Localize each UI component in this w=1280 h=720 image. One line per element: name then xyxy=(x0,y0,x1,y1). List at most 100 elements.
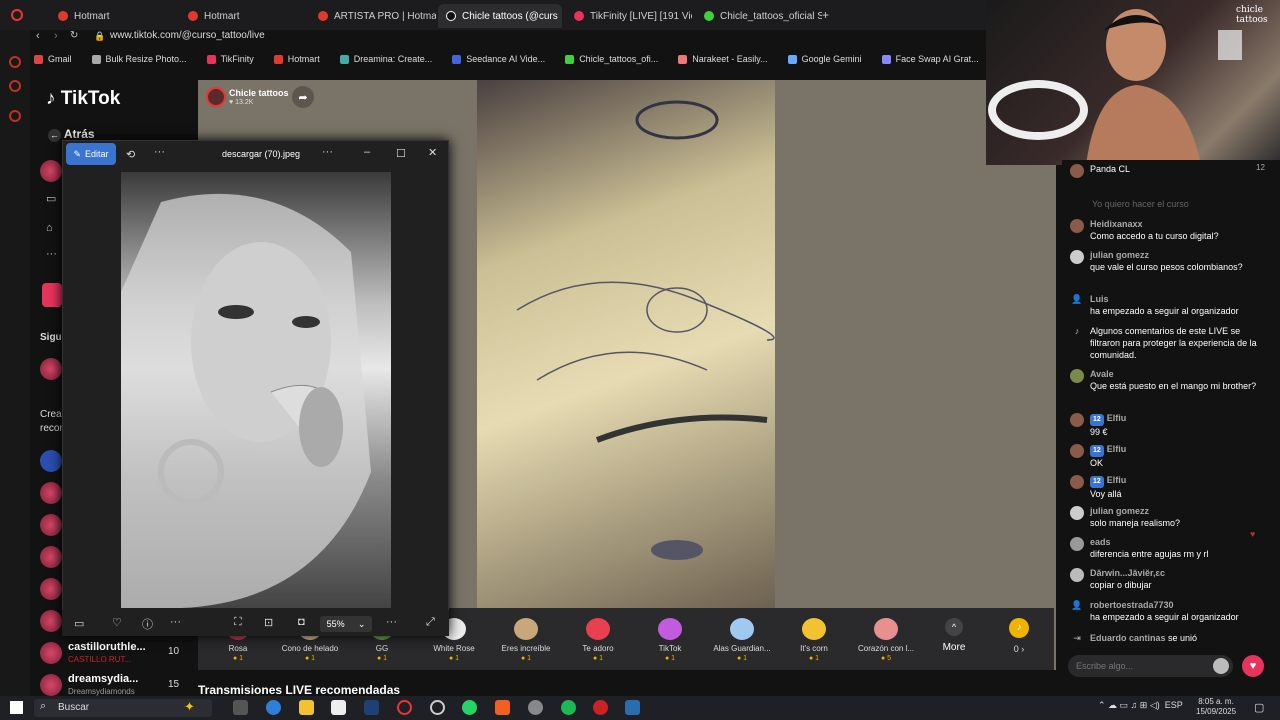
login-button[interactable] xyxy=(42,283,62,307)
like-heart-button[interactable]: ♥ xyxy=(1242,655,1264,677)
whatsapp-icon[interactable] xyxy=(462,700,477,715)
live-video-stream[interactable] xyxy=(477,80,775,610)
taskbar-clock[interactable]: 8:05 a. m. 15/09/2025 xyxy=(1196,697,1236,717)
opera-icon[interactable] xyxy=(9,56,21,68)
app-icon[interactable] xyxy=(593,700,608,715)
avatar[interactable] xyxy=(40,160,62,182)
bookmark-dreamina[interactable]: Dreamina: Create... xyxy=(339,54,432,64)
info-icon[interactable]: ⓘ xyxy=(142,616,153,632)
settings-gear-icon[interactable] xyxy=(528,700,543,715)
edit-button[interactable]: ✎ Editar xyxy=(66,143,116,165)
avatar[interactable] xyxy=(40,674,62,696)
spotify-icon[interactable] xyxy=(561,700,576,715)
more-options-icon[interactable]: ··· xyxy=(154,146,165,158)
gift-item[interactable]: TikTok ● 1 xyxy=(635,618,705,662)
brave-icon[interactable] xyxy=(495,700,510,715)
notifications-icon[interactable]: ▢ xyxy=(1254,701,1264,714)
fullscreen-icon[interactable]: ⤢ xyxy=(426,616,435,629)
follow-item[interactable]: castilloruthle... CASTILLO RUT... xyxy=(68,641,146,665)
chat-input[interactable] xyxy=(1068,655,1233,677)
bookmark-hotmart[interactable]: Hotmart xyxy=(273,54,320,64)
settings-icon[interactable] xyxy=(9,110,21,122)
store-icon[interactable] xyxy=(331,700,346,715)
streamer-avatar[interactable] xyxy=(206,87,226,107)
system-tray[interactable]: ⌃ ☁ ▭ ♫ ⊞ ◁) ESP xyxy=(1098,700,1183,711)
avatar[interactable] xyxy=(40,450,62,472)
fan-level-badge: 12 xyxy=(1090,445,1104,457)
bookmark-chicle[interactable]: Chicle_tattoos_ofi... xyxy=(565,54,658,64)
forward-arrow-icon[interactable]: › xyxy=(54,30,58,42)
coin-icon: ♪ xyxy=(1009,618,1029,638)
tab-hotmart-1[interactable]: Hotmart xyxy=(50,4,176,28)
more-icon[interactable]: ··· xyxy=(46,248,57,260)
tab-chicle-tattoos[interactable]: Chicle tattoos (@curs xyxy=(438,4,562,28)
photoshop-icon[interactable] xyxy=(364,700,379,715)
edge-icon[interactable] xyxy=(266,700,281,715)
arrow-left-icon: ← xyxy=(48,129,61,142)
more-options-icon[interactable]: ··· xyxy=(322,146,333,158)
screenshot-icon[interactable]: ◘ xyxy=(298,616,305,628)
edit-icon: ✎ xyxy=(73,148,82,159)
follow-item[interactable]: dreamsydia... Dreamsydiamonds xyxy=(68,673,138,697)
chat-message: eads diferencia entre agujas rm y rl xyxy=(1070,536,1265,560)
more-options-icon[interactable]: ··· xyxy=(386,616,397,628)
obs-icon[interactable] xyxy=(430,700,445,715)
photos-app-icon[interactable] xyxy=(625,700,640,715)
avatar[interactable] xyxy=(40,642,62,664)
gift-item[interactable]: Eres increíble ● 1 xyxy=(491,618,561,662)
tab-chicle-stream[interactable]: Chicle_tattoos_oficial Stre xyxy=(696,4,822,28)
tab-hotmart-2[interactable]: Hotmart xyxy=(180,4,306,28)
avatar[interactable] xyxy=(40,578,62,600)
messenger-icon[interactable] xyxy=(9,80,21,92)
new-tab-button[interactable]: + xyxy=(822,8,829,22)
favorite-heart-icon[interactable]: ♡ xyxy=(112,616,122,629)
more-options-icon[interactable]: ··· xyxy=(170,616,181,628)
tiktok-logo[interactable]: ♪ TikTok xyxy=(46,88,120,110)
windows-start-icon[interactable] xyxy=(10,701,23,714)
rotate-icon[interactable]: ⟲ xyxy=(126,148,135,161)
avatar xyxy=(1070,250,1084,264)
back-arrow-icon[interactable]: ‹ xyxy=(36,30,40,42)
tab-tikfinity[interactable]: TikFinity [LIVE] [191 View xyxy=(566,4,692,28)
file-explorer-icon[interactable] xyxy=(299,700,314,715)
live-icon[interactable]: ▭ xyxy=(46,192,56,205)
bookmark-gmail[interactable]: Gmail xyxy=(34,54,72,64)
actual-size-icon[interactable]: ⊡ xyxy=(264,616,273,629)
share-button[interactable]: ➦ xyxy=(292,86,314,108)
avatar[interactable] xyxy=(40,358,62,380)
fan-level-badge: 12 xyxy=(1090,476,1104,488)
opera-logo-icon[interactable] xyxy=(11,9,23,21)
avatar[interactable] xyxy=(40,546,62,568)
avatar[interactable] xyxy=(40,514,62,536)
filmstrip-icon[interactable]: ▭ xyxy=(74,617,84,630)
fit-screen-icon[interactable]: ⛶ xyxy=(234,616,242,629)
minimize-icon[interactable]: – xyxy=(364,146,370,158)
bookmark-narakeet[interactable]: Narakeet - Easily... xyxy=(678,54,768,64)
gift-item[interactable]: Corazón con l... ● 5 xyxy=(851,618,921,662)
streamer-name[interactable]: Chicle tattoos xyxy=(229,88,289,98)
avatar[interactable] xyxy=(40,610,62,632)
gift-item[interactable]: Te adoro ● 1 xyxy=(563,618,633,662)
close-icon[interactable]: ✕ xyxy=(428,146,437,159)
chat-top-gifter[interactable]: Panda CL xyxy=(1070,163,1265,178)
address-bar[interactable]: www.tiktok.com/@curso_tattoo/live xyxy=(110,30,265,41)
coins-button[interactable]: ♪ 0 › xyxy=(1006,618,1032,654)
avatar[interactable] xyxy=(40,482,62,504)
bookmark-tikfinity[interactable]: TikFinity xyxy=(206,54,254,64)
zoom-select[interactable]: 55% ⌄ xyxy=(320,616,372,632)
task-view-icon[interactable] xyxy=(233,700,248,715)
maximize-icon[interactable]: ☐ xyxy=(396,147,406,160)
bookmark-gemini[interactable]: Google Gemini xyxy=(787,54,862,64)
home-icon[interactable]: ⌂ xyxy=(46,222,53,234)
emoji-icon[interactable] xyxy=(1213,658,1229,674)
more-gifts-button[interactable]: ^ More xyxy=(936,618,972,653)
bookmark-seedance[interactable]: Seedance AI Vide... xyxy=(452,54,545,64)
tab-artista-pro[interactable]: ARTISTA PRO | Hotmart C xyxy=(310,4,436,28)
gift-item[interactable]: Alas Guardian... ● 1 xyxy=(707,618,777,662)
gift-item[interactable]: It's corn ● 1 xyxy=(779,618,849,662)
reload-icon[interactable]: ↻ xyxy=(70,30,78,41)
bookmark-bulk-resize[interactable]: Bulk Resize Photo... xyxy=(91,54,187,64)
opera-taskbar-icon[interactable] xyxy=(397,700,412,715)
bookmark-face-swap[interactable]: Face Swap AI Grat... xyxy=(881,54,979,64)
search-icon: ⌕ xyxy=(40,700,47,712)
